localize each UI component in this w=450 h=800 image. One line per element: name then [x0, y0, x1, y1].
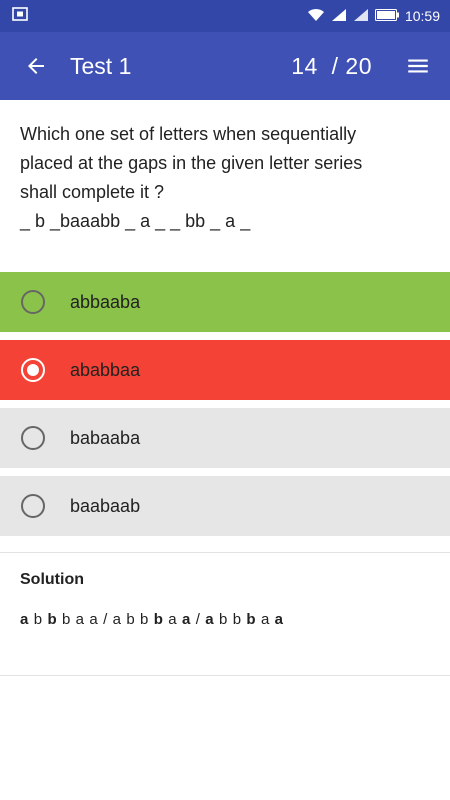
radio-unchecked-icon[interactable] — [21, 494, 45, 518]
app-bar: Test 1 14 / 20 — [0, 32, 450, 100]
solution-segment: b a a / a b b — [57, 611, 154, 628]
option-3[interactable]: babaaba — [0, 408, 450, 468]
option-2[interactable]: ababbaa — [0, 340, 450, 400]
option-1[interactable]: abbaaba — [0, 272, 450, 332]
option-4[interactable]: baabaab — [0, 476, 450, 536]
status-right: 10:59 — [307, 8, 440, 25]
menu-button[interactable] — [402, 50, 434, 82]
solution-segment: a — [274, 611, 284, 628]
option-label: baabaab — [70, 495, 141, 516]
solution-title: Solution — [20, 571, 84, 588]
battery-icon — [374, 8, 399, 24]
page-title: Test 1 — [70, 52, 132, 79]
screenshot-icon — [12, 6, 28, 26]
question-text: Which one set of letters when sequential… — [0, 100, 450, 272]
solution-section: Solution a b b b a a / a b b b a a / a b… — [0, 552, 450, 676]
solution-segment: b — [246, 611, 257, 628]
radio-unchecked-icon[interactable] — [21, 290, 45, 314]
solution-segment: b — [153, 611, 164, 628]
solution-segment: a — [205, 611, 215, 628]
solution-segment: b — [47, 611, 58, 628]
solution-segment: a — [163, 611, 183, 628]
hamburger-icon — [408, 59, 428, 73]
radio-unchecked-icon[interactable] — [21, 426, 45, 450]
arrow-left-icon — [28, 58, 44, 74]
status-bar: 10:59 — [0, 0, 450, 32]
question-line: Which one set of letters when sequential… — [20, 124, 357, 144]
option-label: babaaba — [70, 427, 141, 448]
options-list: abbaaba ababbaa babaaba baabaab — [0, 272, 450, 536]
option-label: abbaaba — [70, 291, 141, 312]
3g-signal-icon — [353, 8, 369, 25]
solution-text: a b b b a a / a b b b a a / a b b b a a — [20, 611, 430, 628]
option-label: ababbaa — [70, 359, 141, 380]
signal-icon — [331, 8, 347, 25]
solution-segment: b b — [214, 611, 247, 628]
radio-checked-icon[interactable] — [21, 358, 45, 382]
wifi-icon — [307, 8, 325, 25]
solution-segment: / — [190, 611, 206, 628]
clock: 10:59 — [404, 8, 440, 24]
status-left — [12, 6, 28, 26]
solution-segment: a — [20, 611, 29, 628]
solution-segment: a — [182, 611, 191, 628]
back-button[interactable] — [20, 50, 52, 82]
solution-segment: b — [28, 611, 48, 628]
question-counter: 14 / 20 — [291, 52, 372, 79]
question-series: _ b _baaabb _ a _ _ bb _ a _ — [20, 211, 251, 231]
question-line: shall complete it ? — [20, 182, 165, 202]
question-line: placed at the gaps in the given letter s… — [20, 153, 363, 173]
solution-segment: a — [256, 611, 275, 628]
